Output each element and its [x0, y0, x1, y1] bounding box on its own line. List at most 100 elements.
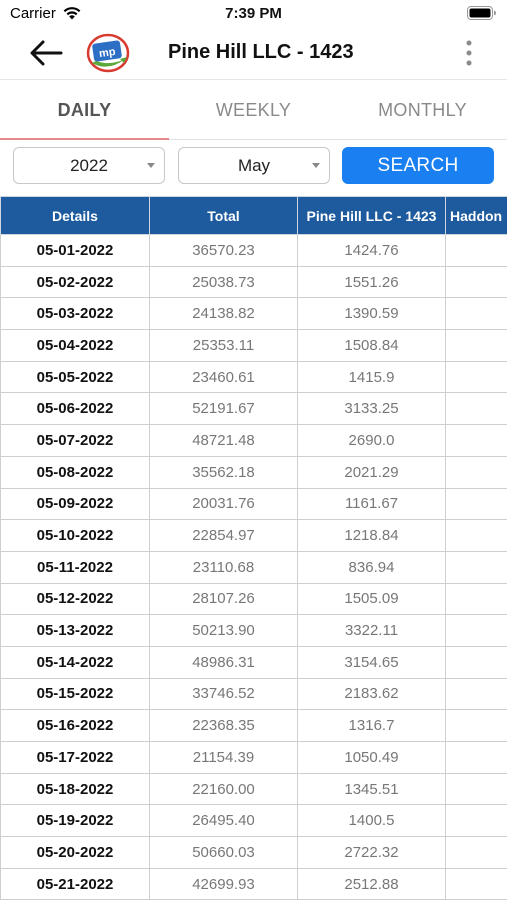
more-options-icon[interactable] — [461, 38, 477, 68]
value-cell: 84 — [445, 360, 507, 394]
value-cell: 84 — [445, 677, 507, 711]
date-cell: 05-16-2022 — [0, 709, 150, 742]
table-row[interactable]: 05-05-202223460.611415.984 — [0, 360, 507, 394]
table-row[interactable]: 05-02-202225038.731551.2676 — [0, 265, 507, 299]
value-cell: 76 — [445, 804, 507, 838]
date-cell: 05-05-2022 — [0, 360, 150, 394]
value-cell: 1424.76 — [297, 234, 446, 267]
value-cell: 90 — [445, 741, 507, 774]
date-cell: 05-06-2022 — [0, 392, 150, 426]
column-header: Haddon — [445, 196, 507, 235]
back-arrow-icon[interactable] — [28, 38, 64, 68]
value-cell: 22368.35 — [149, 709, 298, 742]
value-cell: 76 — [445, 265, 507, 299]
date-cell: 05-03-2022 — [0, 297, 150, 331]
value-cell: 25038.73 — [149, 265, 298, 299]
value-cell: 1218.84 — [297, 519, 446, 552]
tab-monthly[interactable]: MONTHLY — [338, 80, 507, 140]
table-row[interactable]: 05-13-202250213.903322.1116 — [0, 614, 507, 647]
value-cell: 2690.0 — [297, 424, 446, 457]
date-cell: 05-09-2022 — [0, 487, 150, 521]
value-cell: 33746.52 — [149, 677, 298, 711]
value-cell: 50213.90 — [149, 614, 298, 647]
table-row[interactable]: 05-16-202222368.351316.795 — [0, 709, 507, 742]
value-cell: 3133.25 — [297, 392, 446, 426]
value-cell: 28107.26 — [149, 582, 298, 616]
value-cell: 13 — [445, 234, 507, 267]
table-row[interactable]: 05-20-202250660.032722.3220 — [0, 836, 507, 869]
value-cell: 15 — [445, 645, 507, 679]
tab-weekly-label: WEEKLY — [215, 99, 292, 120]
table-row[interactable]: 05-06-202252191.673133.2514 — [0, 392, 507, 426]
value-cell: 11 — [445, 867, 507, 900]
table-row[interactable]: 05-07-202248721.482690.016 — [0, 424, 507, 457]
page-title: Pine Hill LLC - 1423 — [168, 41, 354, 63]
value-cell: 71 — [445, 297, 507, 331]
value-cell: 82 — [445, 582, 507, 616]
value-cell: 1505.09 — [297, 582, 446, 616]
table-row[interactable]: 05-21-202242699.932512.8811 — [0, 867, 507, 900]
date-cell: 05-18-2022 — [0, 772, 150, 806]
value-cell: 95 — [445, 550, 507, 584]
value-cell: 3322.11 — [297, 614, 446, 647]
column-header: Total — [149, 196, 298, 235]
table-row[interactable]: 05-18-202222160.001345.5180 — [0, 772, 507, 806]
column-header: Pine Hill LLC - 1423 — [297, 196, 446, 235]
year-dropdown-value: 2022 — [70, 155, 108, 175]
table-row[interactable]: 05-01-202236570.231424.7613 — [0, 234, 507, 267]
date-cell: 05-17-2022 — [0, 741, 150, 774]
value-cell: 2021.29 — [297, 455, 446, 489]
table-row[interactable]: 05-17-202221154.391050.4990 — [0, 741, 507, 774]
value-cell: 20031.76 — [149, 487, 298, 521]
tab-weekly[interactable]: WEEKLY — [169, 80, 338, 140]
value-cell: 26495.40 — [149, 804, 298, 838]
value-cell: 14 — [445, 392, 507, 426]
year-dropdown[interactable]: 2022 — [13, 147, 165, 184]
date-cell: 05-08-2022 — [0, 455, 150, 489]
date-cell: 05-20-2022 — [0, 836, 150, 869]
company-logo: mp — [86, 33, 130, 73]
value-cell: 2722.32 — [297, 836, 446, 869]
value-cell: 35562.18 — [149, 455, 298, 489]
value-cell: 1400.5 — [297, 804, 446, 838]
status-bar: Carrier 7:39 PM — [0, 0, 507, 28]
date-cell: 05-02-2022 — [0, 265, 150, 299]
table-row[interactable]: 05-12-202228107.261505.0982 — [0, 582, 507, 616]
table-row[interactable]: 05-15-202233746.522183.6284 — [0, 677, 507, 711]
date-cell: 05-14-2022 — [0, 645, 150, 679]
value-cell: 21154.39 — [149, 741, 298, 774]
search-button[interactable]: SEARCH — [342, 147, 494, 184]
value-cell: 1551.26 — [297, 265, 446, 299]
sales-table-container[interactable]: Details Total Pine Hill LLC - 1423 Haddo… — [0, 196, 507, 900]
table-row[interactable]: 05-10-202222854.971218.8480 — [0, 519, 507, 552]
month-dropdown[interactable]: May — [178, 147, 330, 184]
svg-text:mp: mp — [98, 46, 116, 60]
table-row[interactable]: 05-08-202235562.182021.2911 — [0, 455, 507, 489]
value-cell: 2512.88 — [297, 867, 446, 900]
value-cell: 1415.9 — [297, 360, 446, 394]
table-row[interactable]: 05-14-202248986.313154.6515 — [0, 645, 507, 679]
status-time: 7:39 PM — [225, 5, 282, 22]
date-cell: 05-15-2022 — [0, 677, 150, 711]
date-cell: 05-13-2022 — [0, 614, 150, 647]
value-cell: 42 — [445, 329, 507, 362]
table-row[interactable]: 05-11-202223110.68836.9495 — [0, 550, 507, 584]
value-cell: 20 — [445, 836, 507, 869]
tab-daily[interactable]: DAILY — [0, 80, 169, 140]
table-row[interactable]: 05-04-202225353.111508.8442 — [0, 329, 507, 362]
value-cell: 16 — [445, 424, 507, 457]
value-cell: 1161.67 — [297, 487, 446, 521]
table-row[interactable]: 05-19-202226495.401400.576 — [0, 804, 507, 838]
chevron-down-icon — [312, 163, 320, 168]
tab-monthly-label: MONTHLY — [378, 99, 467, 120]
table-row[interactable]: 05-09-202220031.761161.6743 — [0, 487, 507, 521]
value-cell: 52191.67 — [149, 392, 298, 426]
value-cell: 42699.93 — [149, 867, 298, 900]
value-cell: 22160.00 — [149, 772, 298, 806]
sales-table: Details Total Pine Hill LLC - 1423 Haddo… — [0, 196, 507, 900]
table-row[interactable]: 05-03-202224138.821390.5971 — [0, 297, 507, 331]
month-dropdown-value: May — [237, 155, 271, 175]
value-cell: 43 — [445, 487, 507, 521]
value-cell: 836.94 — [297, 550, 446, 584]
filter-row: 2022 May SEARCH — [0, 140, 507, 192]
